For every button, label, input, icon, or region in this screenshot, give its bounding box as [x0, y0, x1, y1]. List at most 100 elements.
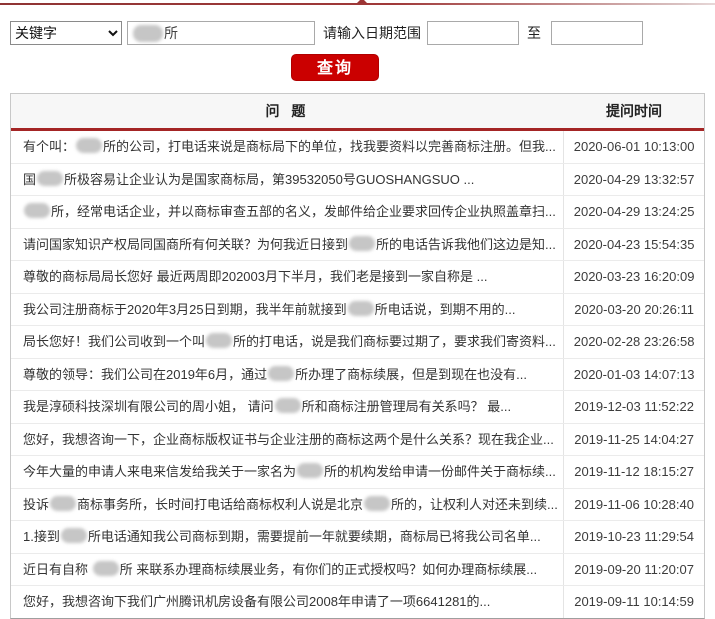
question-time: 2019-09-20 11:20:07	[563, 553, 704, 585]
question-text: 所，经常电话企业，并以商标审查五部的名义，发邮件给企业要求回传企业执照盖章扫..…	[51, 204, 556, 219]
table-row[interactable]: 尊敬的领导：我们公司在2019年6月，通过 所办理了商标续展，但是到现在也没有..…	[11, 358, 704, 391]
censored-text	[297, 463, 324, 478]
table-row[interactable]: 尊敬的商标局局长您好 最近两周即202003月下半月，我们老是接到一家自称是 .…	[11, 261, 704, 294]
question-text: 所办理了商标续展，但是到现在也没有...	[295, 366, 527, 382]
date-from-input[interactable]	[427, 21, 519, 45]
censored-text	[206, 333, 233, 348]
search-field-select[interactable]: 关键字	[10, 21, 122, 45]
censored-text	[349, 235, 376, 251]
table-row[interactable]: 请问国家知识产权局同国商所有何关联？为何我近日接到 所的电话告诉我他们这边是知..…	[11, 228, 704, 261]
question-text: 商标事务所，长时间打电话给商标权利人说是北京	[77, 496, 364, 512]
censored-text	[364, 495, 391, 511]
question-time: 2020-03-23 16:20:09	[563, 261, 704, 293]
table-body: 有个叫： 所的公司，打电话来说是商标局下的单位，找我要资料以完善商标注册。但我..…	[11, 131, 704, 618]
question-text: 请问国家知识产权局同国商所有何关联？为何我近日接到	[23, 236, 349, 252]
question-time: 2020-02-28 23:26:58	[563, 326, 704, 358]
table-row[interactable]: 我公司注册商标于2020年3月25日到期，我半年前就接到 所电话说，到期不用的..…	[11, 293, 704, 326]
keyword-input-value: 所	[164, 25, 178, 41]
question-column-header: 问 题	[265, 103, 310, 119]
question-text: 所和商标注册管理局有关系吗？ 最...	[301, 399, 512, 414]
question-text: 今年大量的申请人来电来信发给我关于一家名为	[23, 464, 297, 479]
question-text: 国	[23, 171, 37, 187]
censored-text	[133, 24, 163, 42]
question-cell[interactable]: 我公司注册商标于2020年3月25日到期，我半年前就接到 所电话说，到期不用的..…	[11, 294, 563, 326]
keyword-input[interactable]: 所	[127, 21, 315, 45]
question-cell[interactable]: 近日有自称 所 来联系办理商标续展业务，有你们的正式授权吗？如何办理商标续展..…	[11, 554, 563, 586]
question-text: 有个叫：	[23, 139, 76, 154]
question-time: 2020-01-03 14:07:13	[563, 358, 704, 390]
results-table: 问 题 提问时间 有个叫： 所的公司，打电话来说是商标局下的单位，找我要资料以完善…	[10, 93, 705, 619]
question-text: 投诉	[23, 496, 50, 512]
question-cell[interactable]: 您好，我想咨询一下，企业商标版权证书与企业注册的商标这两个是什么关系？现在我企业…	[11, 424, 563, 456]
table-row[interactable]: 今年大量的申请人来电来信发给我关于一家名为 所的机构发给申请一份邮件关于商标续..…	[11, 456, 704, 489]
censored-text	[76, 138, 103, 153]
question-text: 尊敬的商标局局长您好 最近两周即202003月下半月，我们老是接到一家自称是 .…	[23, 269, 488, 284]
table-row[interactable]: 所，经常电话企业，并以商标审查五部的名义，发邮件给企业要求回传企业执照盖章扫..…	[11, 196, 704, 229]
question-cell[interactable]: 您好，我想咨询下我们广州腾讯机房设备有限公司2008年申请了一项6641281的…	[11, 586, 563, 618]
question-cell[interactable]: 尊敬的领导：我们公司在2019年6月，通过 所办理了商标续展，但是到现在也没有..…	[11, 359, 563, 391]
censored-text	[92, 560, 119, 576]
question-cell[interactable]: 1.接到 所电话通知我公司商标到期，需要提前一年就要续期，商标局已将我公司名单..…	[11, 521, 563, 553]
table-row[interactable]: 近日有自称 所 来联系办理商标续展业务，有你们的正式授权吗？如何办理商标续展..…	[11, 553, 704, 586]
to-label: 至	[527, 25, 541, 41]
question-text: 所的公司，打电话来说是商标局下的单位，找我要资料以完善商标注册。但我...	[103, 139, 556, 154]
question-time: 2020-03-20 20:26:11	[563, 293, 704, 325]
table-row[interactable]: 国 所极容易让企业认为是国家商标局，第39532050号GUOSHANGSUO .…	[11, 163, 704, 196]
censored-text	[268, 365, 295, 381]
question-text: 我公司注册商标于2020年3月25日到期，我半年前就接到	[23, 301, 347, 317]
question-cell[interactable]: 国 所极容易让企业认为是国家商标局，第39532050号GUOSHANGSUO .…	[11, 164, 563, 196]
question-time: 2019-11-12 18:15:27	[563, 456, 704, 488]
question-cell[interactable]: 局长您好！我们公司收到一个叫 所的打电话，说是我们商标要过期了，要求我们寄资料..…	[11, 326, 563, 358]
date-range-label: 请输入日期范围	[323, 25, 421, 41]
question-time: 2020-04-23 15:54:35	[563, 228, 704, 260]
question-text: 我是淳硕科技深圳有限公司的周小姐， 请问	[23, 399, 274, 414]
censored-text	[24, 203, 50, 218]
pointer-triangle-icon	[356, 0, 368, 4]
top-accent-line	[0, 0, 715, 5]
question-text: 所电话说，到期不用的...	[374, 301, 516, 317]
question-text: 您好，我想咨询下我们广州腾讯机房设备有限公司2008年申请了一项6641281的…	[23, 594, 491, 609]
censored-text	[37, 170, 64, 186]
question-text: 近日有自称	[23, 561, 92, 577]
question-text: 所的打电话，说是我们商标要过期了，要求我们寄资料...	[233, 334, 556, 349]
table-row[interactable]: 您好，我想咨询一下，企业商标版权证书与企业注册的商标这两个是什么关系？现在我企业…	[11, 423, 704, 456]
question-time: 2020-04-29 13:32:57	[563, 163, 704, 195]
table-row[interactable]: 我是淳硕科技深圳有限公司的周小姐， 请问 所和商标注册管理局有关系吗？ 最... 2…	[11, 391, 704, 424]
question-cell[interactable]: 投诉 商标事务所，长时间打电话给商标权利人说是北京 所的，让权利人对还未到续...	[11, 489, 563, 521]
question-text: 局长您好！我们公司收到一个叫	[23, 334, 206, 349]
table-row[interactable]: 1.接到 所电话通知我公司商标到期，需要提前一年就要续期，商标局已将我公司名单..…	[11, 521, 704, 554]
censored-text	[50, 495, 77, 511]
search-form: 关键字 所 请输入日期范围 至	[10, 21, 705, 45]
question-cell[interactable]: 请问国家知识产权局同国商所有何关联？为何我近日接到 所的电话告诉我他们这边是知..…	[11, 229, 563, 261]
table-row[interactable]: 投诉 商标事务所，长时间打电话给商标权利人说是北京 所的，让权利人对还未到续... 2…	[11, 488, 704, 521]
table-header-row: 问 题 提问时间	[11, 94, 704, 131]
time-column-header: 提问时间	[606, 103, 662, 119]
table-row[interactable]: 局长您好！我们公司收到一个叫 所的打电话，说是我们商标要过期了，要求我们寄资料..…	[11, 326, 704, 359]
table-row[interactable]: 有个叫： 所的公司，打电话来说是商标局下的单位，找我要资料以完善商标注册。但我..…	[11, 131, 704, 164]
question-text: 所的，让权利人对还未到续...	[391, 496, 558, 512]
question-cell[interactable]: 有个叫： 所的公司，打电话来说是商标局下的单位，找我要资料以完善商标注册。但我..…	[11, 131, 563, 163]
censored-text	[347, 300, 374, 316]
question-text: 1.接到	[23, 529, 60, 544]
question-cell[interactable]: 尊敬的商标局局长您好 最近两周即202003月下半月，我们老是接到一家自称是 .…	[11, 261, 563, 293]
question-text: 所的机构发给申请一份邮件关于商标续...	[324, 464, 556, 479]
date-to-input[interactable]	[551, 21, 643, 45]
question-text: 所 来联系办理商标续展业务，有你们的正式授权吗？如何办理商标续展...	[119, 561, 538, 577]
question-text: 尊敬的领导：我们公司在2019年6月，通过	[23, 366, 268, 382]
question-cell[interactable]: 今年大量的申请人来电来信发给我关于一家名为 所的机构发给申请一份邮件关于商标续..…	[11, 456, 563, 488]
question-time: 2020-06-01 10:13:00	[563, 131, 704, 163]
question-time: 2020-04-29 13:24:25	[563, 196, 704, 228]
search-button[interactable]: 查询	[291, 54, 379, 81]
question-text: 您好，我想咨询一下，企业商标版权证书与企业注册的商标这两个是什么关系？现在我企业…	[23, 431, 554, 447]
question-time: 2019-10-23 11:29:54	[563, 521, 704, 553]
question-time: 2019-11-06 10:28:40	[563, 488, 704, 520]
question-cell[interactable]: 所，经常电话企业，并以商标审查五部的名义，发邮件给企业要求回传企业执照盖章扫..…	[11, 196, 563, 228]
question-time: 2019-12-03 11:52:22	[563, 391, 704, 423]
question-text: 所的电话告诉我他们这边是知...	[376, 236, 556, 252]
question-text: 所电话通知我公司商标到期，需要提前一年就要续期，商标局已将我公司名单...	[87, 529, 541, 544]
table-row[interactable]: 您好，我想咨询下我们广州腾讯机房设备有限公司2008年申请了一项6641281的…	[11, 586, 704, 618]
question-time: 2019-09-11 10:14:59	[563, 586, 704, 618]
censored-text	[60, 528, 87, 543]
question-cell[interactable]: 我是淳硕科技深圳有限公司的周小姐， 请问 所和商标注册管理局有关系吗？ 最...	[11, 391, 563, 423]
question-text: 所极容易让企业认为是国家商标局，第39532050号GUOSHANGSUO ..…	[64, 171, 475, 187]
